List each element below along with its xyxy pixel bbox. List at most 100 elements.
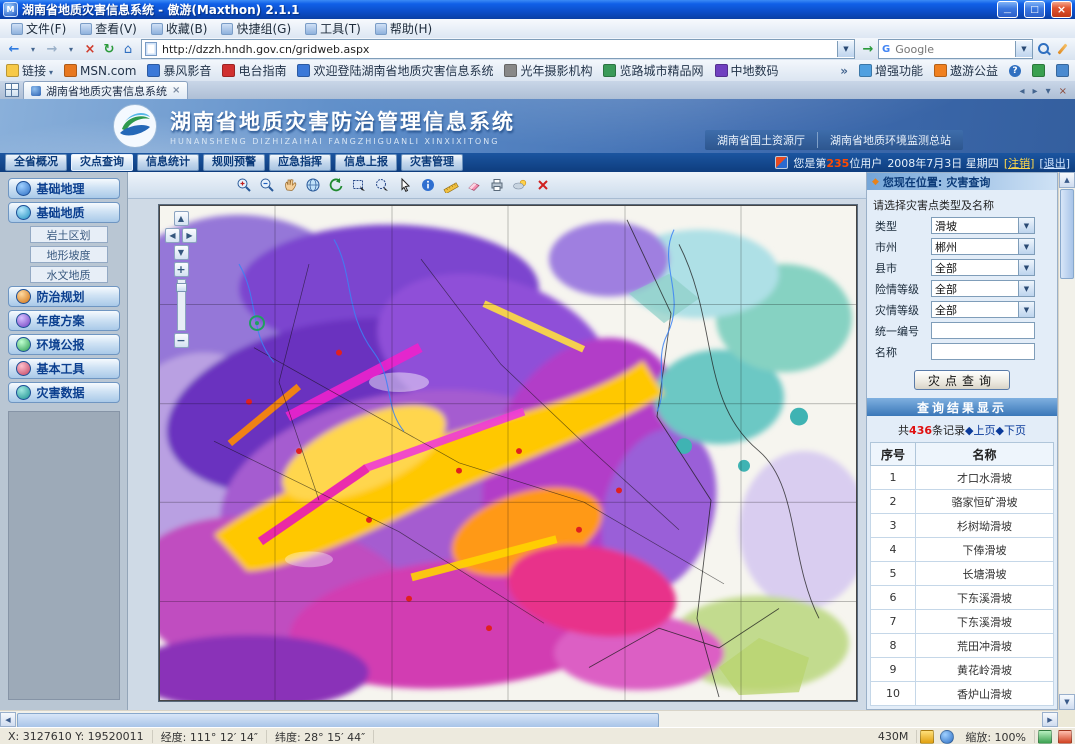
eraser-tool[interactable] bbox=[464, 175, 484, 195]
sidebar-item-base-geography[interactable]: 基础地理 bbox=[8, 178, 120, 199]
tab-close-icon[interactable] bbox=[172, 85, 180, 96]
scroll-up-icon[interactable] bbox=[1059, 172, 1075, 188]
danger-level-dropdown-icon[interactable] bbox=[1018, 281, 1034, 296]
logout-link[interactable]: [注销] bbox=[1004, 155, 1035, 171]
row-name[interactable]: 杉树坳滑坡 bbox=[916, 514, 1054, 538]
pan-tool[interactable] bbox=[280, 175, 300, 195]
stop-icon[interactable] bbox=[81, 40, 99, 58]
table-row[interactable]: 7下东溪滑坡 bbox=[871, 610, 1054, 634]
tab-active[interactable]: 湖南省地质灾害信息系统 bbox=[23, 81, 188, 99]
horizontal-scrollbar[interactable] bbox=[0, 710, 1058, 727]
tab-list-icon[interactable] bbox=[5, 83, 19, 97]
tab-emergency[interactable]: 应急指挥 bbox=[269, 154, 331, 171]
danger-level-select[interactable]: 全部 bbox=[931, 280, 1035, 297]
type-dropdown-icon[interactable] bbox=[1018, 218, 1034, 233]
tab-province-overview[interactable]: 全省概况 bbox=[5, 154, 67, 171]
scroll-left-icon[interactable] bbox=[0, 712, 16, 727]
menu-help[interactable]: 帮助(H) bbox=[368, 19, 439, 38]
sidebar-item-annual-plan[interactable]: 年度方案 bbox=[8, 310, 120, 331]
table-row[interactable]: 4下俸滑坡 bbox=[871, 538, 1054, 562]
link-plugins[interactable]: 增强功能 bbox=[859, 62, 923, 79]
links-overflow-icon[interactable] bbox=[840, 64, 848, 78]
links-folder[interactable]: 链接 bbox=[6, 62, 53, 79]
link-hunan-system[interactable]: 欢迎登陆湖南省地质灾害信息系统 bbox=[297, 62, 493, 79]
sidebar-item-disaster-data[interactable]: 灾害数据 bbox=[8, 382, 120, 403]
prev-page-link[interactable]: ◆上页 bbox=[965, 424, 995, 437]
search-engine-dropdown-icon[interactable] bbox=[1015, 41, 1032, 57]
address-input[interactable] bbox=[160, 42, 837, 57]
pan-up-icon[interactable] bbox=[174, 211, 189, 226]
clear-tool[interactable] bbox=[533, 175, 553, 195]
measure-tool[interactable] bbox=[441, 175, 461, 195]
row-name[interactable]: 才口水滑坡 bbox=[916, 466, 1054, 490]
print-tool[interactable] bbox=[487, 175, 507, 195]
help-icon[interactable] bbox=[1009, 65, 1021, 77]
table-row[interactable]: 5长塘滑坡 bbox=[871, 562, 1054, 586]
table-row[interactable]: 1才口水滑坡 bbox=[871, 466, 1054, 490]
tab-management[interactable]: 灾害管理 bbox=[401, 154, 463, 171]
zoom-out-tool[interactable] bbox=[257, 175, 277, 195]
name-input[interactable] bbox=[931, 343, 1035, 360]
geology-map-image[interactable] bbox=[159, 205, 857, 701]
pan-right-icon[interactable] bbox=[182, 228, 197, 243]
sidebar-item-basic-tools[interactable]: 基本工具 bbox=[8, 358, 120, 379]
row-name[interactable]: 荒田冲滑坡 bbox=[916, 634, 1054, 658]
tab-scroll-right-icon[interactable] bbox=[1030, 86, 1041, 97]
sidebar-sub-terrain-slope[interactable]: 地形坡度 bbox=[30, 246, 108, 263]
sound-icon[interactable] bbox=[1038, 730, 1052, 744]
forward-dropdown-icon[interactable] bbox=[62, 40, 80, 58]
table-row[interactable]: 6下东溪滑坡 bbox=[871, 586, 1054, 610]
sidebar-item-prevention-plan[interactable]: 防治规划 bbox=[8, 286, 120, 307]
zoom-slider-thumb[interactable] bbox=[176, 283, 187, 292]
link-land-resources[interactable]: 湖南省国土资源厅 bbox=[717, 132, 805, 148]
zoom-slider[interactable] bbox=[177, 279, 186, 331]
tab-report[interactable]: 信息上报 bbox=[335, 154, 397, 171]
status-blue-icon[interactable] bbox=[1056, 64, 1069, 77]
status-zoom[interactable]: 缩放: 100% bbox=[957, 730, 1035, 743]
disaster-level-dropdown-icon[interactable] bbox=[1018, 302, 1034, 317]
back-dropdown-icon[interactable] bbox=[24, 40, 42, 58]
search-box[interactable] bbox=[878, 39, 1033, 59]
link-photo[interactable]: 光年摄影机构 bbox=[504, 62, 592, 79]
proxy-user-icon[interactable] bbox=[940, 730, 954, 744]
window-titlebar[interactable]: 湖南省地质灾害信息系统 - 傲游(Maxthon) 2.1.1 bbox=[0, 0, 1075, 19]
pan-left-icon[interactable] bbox=[165, 228, 180, 243]
tab-menu-icon[interactable] bbox=[1043, 86, 1054, 97]
go-icon[interactable] bbox=[859, 40, 877, 58]
horizontal-scroll-thumb[interactable] bbox=[17, 713, 659, 728]
sidebar-item-base-geology[interactable]: 基础地质 bbox=[8, 202, 120, 223]
address-bar[interactable] bbox=[141, 39, 855, 59]
row-name[interactable]: 香炉山滑坡 bbox=[916, 682, 1054, 706]
tab-statistics[interactable]: 信息统计 bbox=[137, 154, 199, 171]
map-canvas[interactable] bbox=[158, 204, 858, 702]
highlighter-icon[interactable] bbox=[1057, 43, 1067, 54]
county-select[interactable]: 全部 bbox=[931, 259, 1035, 276]
link-msn[interactable]: MSN.com bbox=[64, 64, 136, 78]
vertical-scrollbar[interactable] bbox=[1058, 172, 1075, 710]
unified-id-input[interactable] bbox=[931, 322, 1035, 339]
status-green-icon[interactable] bbox=[1032, 64, 1045, 77]
table-row[interactable]: 2骆家恒矿滑坡 bbox=[871, 490, 1054, 514]
row-name[interactable]: 黄花岭滑坡 bbox=[916, 658, 1054, 682]
menu-favorites[interactable]: 收藏(B) bbox=[144, 19, 215, 38]
row-name[interactable]: 下俸滑坡 bbox=[916, 538, 1054, 562]
security-shield-icon[interactable] bbox=[920, 730, 934, 744]
sidebar-sub-rock-zoning[interactable]: 岩土区划 bbox=[30, 226, 108, 243]
table-row[interactable]: 10香炉山滑坡 bbox=[871, 682, 1054, 706]
tab-close-all-icon[interactable] bbox=[1056, 86, 1070, 97]
tab-scroll-left-icon[interactable] bbox=[1017, 86, 1028, 97]
link-zhongdi[interactable]: 中地数码 bbox=[715, 62, 779, 79]
query-button[interactable]: 灾点查询 bbox=[914, 370, 1010, 390]
pan-down-icon[interactable] bbox=[174, 245, 189, 260]
sidebar-item-env-bulletin[interactable]: 环境公报 bbox=[8, 334, 120, 355]
sidebar-sub-hydrogeology[interactable]: 水文地质 bbox=[30, 266, 108, 283]
home-icon[interactable] bbox=[119, 40, 137, 58]
menu-file[interactable]: 文件(F) bbox=[4, 19, 73, 38]
network-icon[interactable] bbox=[1058, 730, 1072, 744]
link-radio[interactable]: 电台指南 bbox=[222, 62, 286, 79]
menu-groups[interactable]: 快捷组(G) bbox=[214, 19, 298, 38]
type-select[interactable]: 滑坡 bbox=[931, 217, 1035, 234]
zoom-slider-plus-icon[interactable] bbox=[174, 262, 189, 277]
minimize-button[interactable] bbox=[997, 1, 1018, 18]
menu-tools[interactable]: 工具(T) bbox=[298, 19, 368, 38]
